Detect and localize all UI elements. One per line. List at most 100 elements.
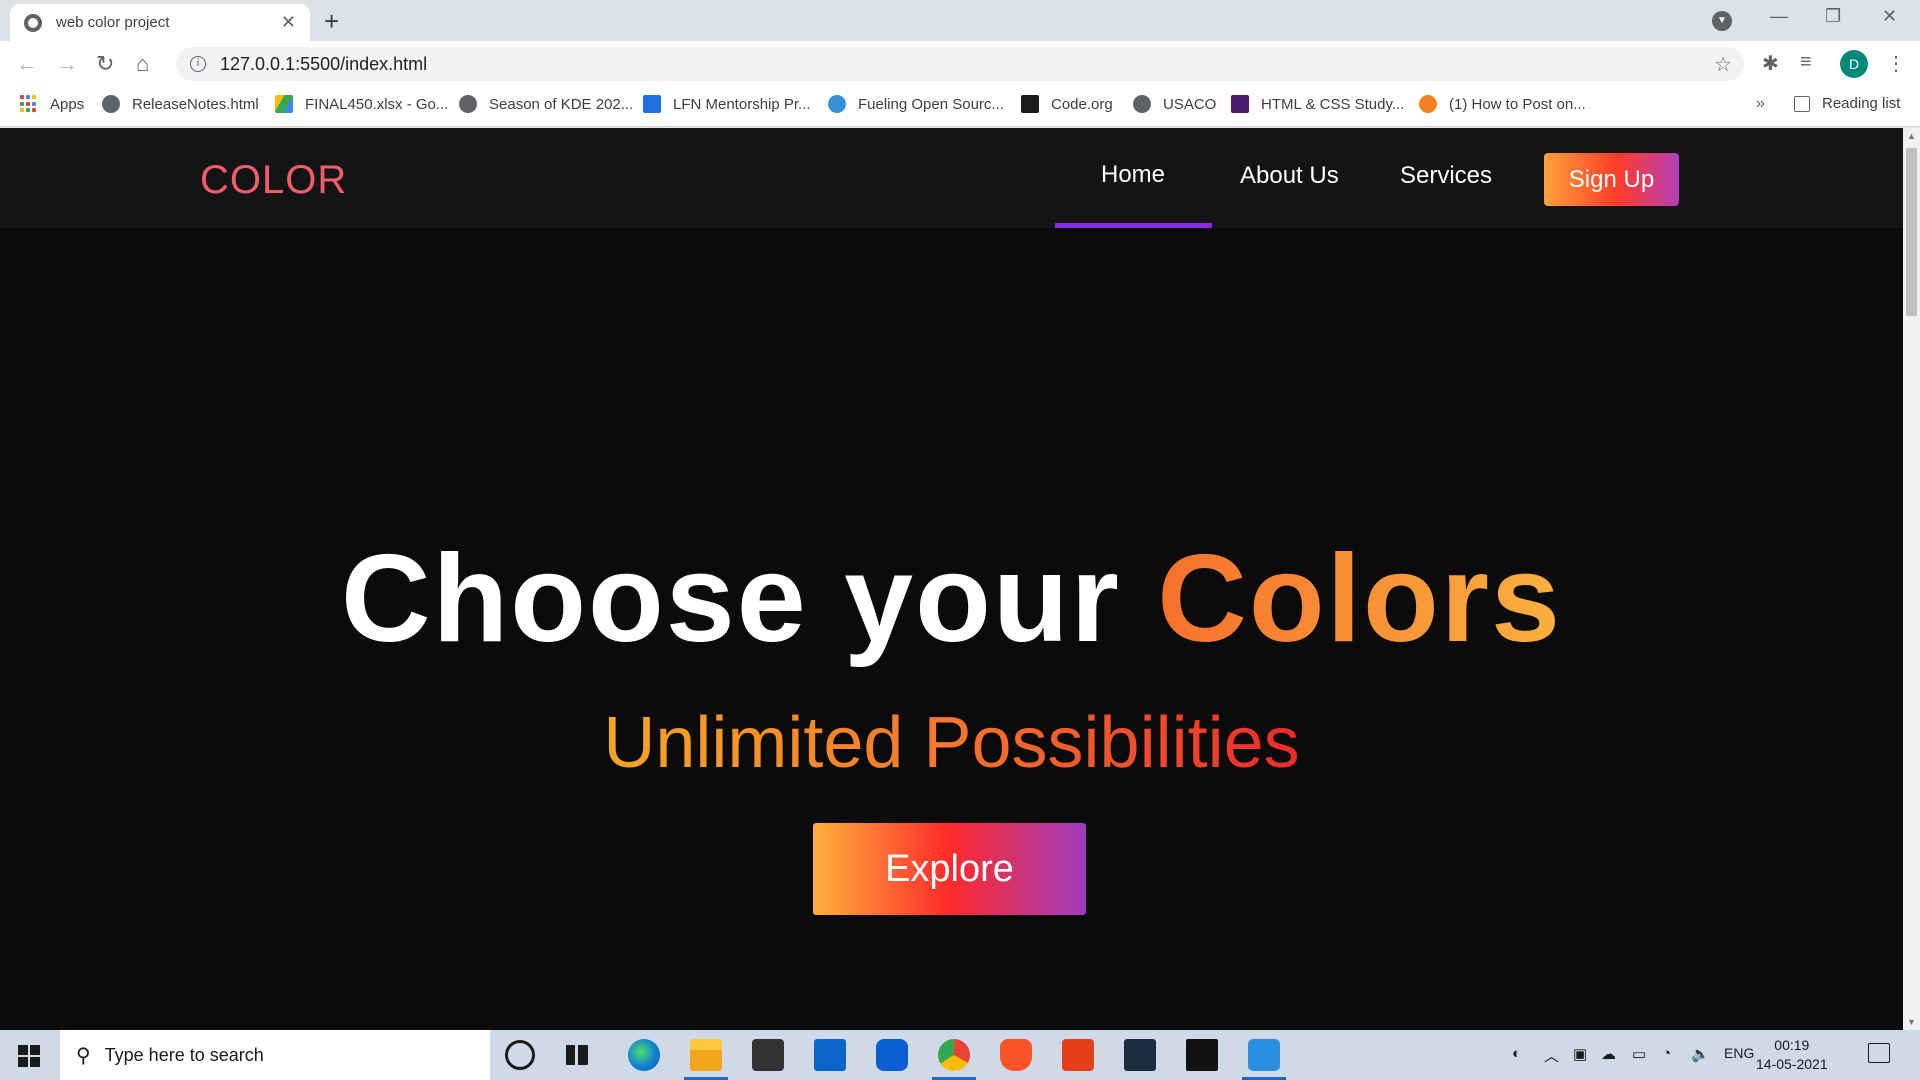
- hero-subtitle: Unlimited Possibilities: [0, 702, 1903, 784]
- site-navbar: COLOR Home About Us Services Sign Up: [0, 128, 1903, 228]
- taskbar-search-input[interactable]: [104, 1044, 465, 1066]
- tab-title: web color project: [56, 14, 170, 31]
- tab-close-icon[interactable]: ✕: [281, 12, 296, 33]
- bookmark-item[interactable]: Fueling Open Sourc...: [828, 95, 1004, 113]
- show-hidden-icons-icon[interactable]: ︿: [1544, 1045, 1559, 1066]
- bookmark-star-icon[interactable]: ☆: [1714, 52, 1732, 77]
- office-icon[interactable]: [1062, 1039, 1094, 1071]
- globe-icon: [1133, 95, 1151, 113]
- signup-button[interactable]: Sign Up: [1544, 153, 1679, 206]
- lfn-icon: [643, 95, 661, 113]
- scroll-down-icon[interactable]: ▼: [1907, 1017, 1916, 1027]
- volume-icon[interactable]: 🔈: [1691, 1045, 1710, 1063]
- bookmark-label: USACO: [1163, 95, 1217, 113]
- profile-avatar[interactable]: D: [1840, 50, 1868, 78]
- windows-start-icon[interactable]: [18, 1045, 40, 1067]
- language-indicator[interactable]: ENG: [1724, 1045, 1754, 1061]
- bookmarks-overflow-icon[interactable]: »: [1756, 95, 1765, 113]
- fueling-icon: [828, 95, 846, 113]
- globe-icon: [24, 13, 42, 32]
- study-icon: [1231, 95, 1249, 113]
- back-icon[interactable]: ←: [16, 51, 38, 77]
- browser-tab[interactable]: web color project ✕: [10, 4, 310, 41]
- bookmark-label: ReleaseNotes.html: [132, 95, 259, 113]
- cortana-icon[interactable]: [505, 1040, 535, 1070]
- hero-title: Choose your Colors: [0, 528, 1903, 670]
- bookmark-item[interactable]: (1) How to Post on...: [1419, 95, 1586, 113]
- bookmark-item[interactable]: Season of KDE 202...: [459, 95, 633, 113]
- task-view-icon[interactable]: [566, 1045, 588, 1065]
- bookmark-label: Season of KDE 202...: [489, 95, 634, 113]
- bookmark-label: FINAL450.xlsx - Go...: [305, 95, 449, 113]
- vscode-icon[interactable]: [1242, 1039, 1286, 1080]
- nav-services[interactable]: Services: [1400, 162, 1492, 190]
- browser-toolbar: ← → ↻ ⌂ i 127.0.0.1:5500/index.html ☆ ✱ …: [0, 41, 1920, 87]
- chrome-icon[interactable]: [932, 1039, 976, 1080]
- clock-date: 14-05-2021: [1756, 1056, 1828, 1072]
- git-app-icon[interactable]: [1124, 1039, 1156, 1071]
- play-icon: [1419, 95, 1437, 113]
- tab-search-icon[interactable]: ▼: [1712, 11, 1732, 31]
- restore-icon[interactable]: ❐: [1825, 6, 1841, 27]
- bookmark-label: Code.org: [1051, 95, 1113, 113]
- onedrive-icon[interactable]: ☁: [1601, 1045, 1616, 1063]
- bookmark-label: LFN Mentorship Pr...: [673, 95, 811, 113]
- taskbar-search[interactable]: ⚲: [60, 1030, 490, 1080]
- address-bar[interactable]: i 127.0.0.1:5500/index.html ☆: [176, 47, 1744, 81]
- brave-icon[interactable]: [1000, 1039, 1032, 1071]
- wifi-icon[interactable]: ◔: [1662, 1045, 1671, 1062]
- file-explorer-icon[interactable]: [684, 1039, 728, 1080]
- system-clock[interactable]: 00:19 14-05-2021: [1756, 1036, 1828, 1074]
- hero-title-main: Choose your: [340, 530, 1158, 668]
- search-icon: ⚲: [76, 1044, 91, 1067]
- meet-icon[interactable]: ▣: [1573, 1045, 1587, 1063]
- code-org-icon: [1021, 95, 1039, 113]
- url-text[interactable]: 127.0.0.1:5500/index.html: [220, 54, 427, 75]
- site-info-icon[interactable]: i: [190, 56, 206, 72]
- explore-button[interactable]: Explore: [813, 823, 1086, 915]
- reading-list-button[interactable]: Reading list: [1794, 95, 1900, 112]
- menu-icon[interactable]: ⋮: [1886, 51, 1906, 76]
- bookmark-item[interactable]: ReleaseNotes.html: [102, 95, 259, 113]
- home-icon[interactable]: ⌂: [136, 51, 149, 77]
- scroll-up-icon[interactable]: ▲: [1907, 131, 1916, 141]
- new-tab-button[interactable]: +: [324, 6, 339, 37]
- hero-title-accent: Colors: [1157, 530, 1563, 668]
- bookmark-apps[interactable]: Apps: [20, 95, 84, 113]
- apps-grid-icon: [20, 95, 38, 113]
- bookmarks-bar: Apps ReleaseNotes.html FINAL450.xlsx - G…: [0, 87, 1920, 127]
- minimize-icon[interactable]: —: [1770, 6, 1788, 27]
- edge-icon[interactable]: [628, 1039, 660, 1071]
- bookmark-label: Fueling Open Sourc...: [858, 95, 1004, 113]
- media-controls-icon[interactable]: ≡: [1800, 51, 1812, 74]
- site-logo[interactable]: COLOR: [200, 158, 347, 203]
- active-nav-indicator: [1055, 223, 1212, 228]
- windows-taskbar: ⚲ ◐ ︿ ▣ ☁ ▭ ◔ 🔈 ENG 00:19 14-05-2021: [0, 1030, 1920, 1080]
- scrollbar-thumb[interactable]: [1906, 148, 1917, 316]
- battery-icon[interactable]: ▭: [1632, 1045, 1646, 1063]
- bookmark-label: Apps: [50, 95, 85, 113]
- bookmark-item[interactable]: HTML & CSS Study...: [1231, 95, 1404, 113]
- store-icon[interactable]: [752, 1039, 784, 1071]
- nav-home[interactable]: Home: [1101, 161, 1165, 189]
- bookmark-item[interactable]: FINAL450.xlsx - Go...: [275, 95, 448, 113]
- bookmark-item[interactable]: USACO: [1133, 95, 1216, 113]
- clock-time: 00:19: [1774, 1037, 1810, 1053]
- page-scrollbar[interactable]: ▲ ▼: [1903, 128, 1920, 1030]
- notification-center-icon[interactable]: [1868, 1043, 1890, 1063]
- reload-icon[interactable]: ↻: [96, 51, 114, 77]
- bookmark-item[interactable]: Code.org: [1021, 95, 1113, 113]
- window-close-icon[interactable]: ✕: [1882, 6, 1897, 27]
- reading-list-label: Reading list: [1822, 95, 1901, 112]
- nav-about[interactable]: About Us: [1240, 162, 1339, 190]
- page-viewport: COLOR Home About Us Services Sign Up Cho…: [0, 128, 1903, 1030]
- intellij-icon[interactable]: [1186, 1039, 1218, 1071]
- mail-icon[interactable]: [814, 1039, 846, 1071]
- hero-subtitle-text: Unlimited Possibilities: [603, 703, 1300, 783]
- bookmark-item[interactable]: LFN Mentorship Pr...: [643, 95, 811, 113]
- tray-app-icon[interactable]: ◐: [1512, 1045, 1521, 1062]
- forward-icon[interactable]: →: [56, 51, 78, 77]
- app-icon-blue[interactable]: [876, 1039, 908, 1071]
- extensions-icon[interactable]: ✱: [1762, 51, 1779, 76]
- reading-list-icon: [1794, 95, 1810, 112]
